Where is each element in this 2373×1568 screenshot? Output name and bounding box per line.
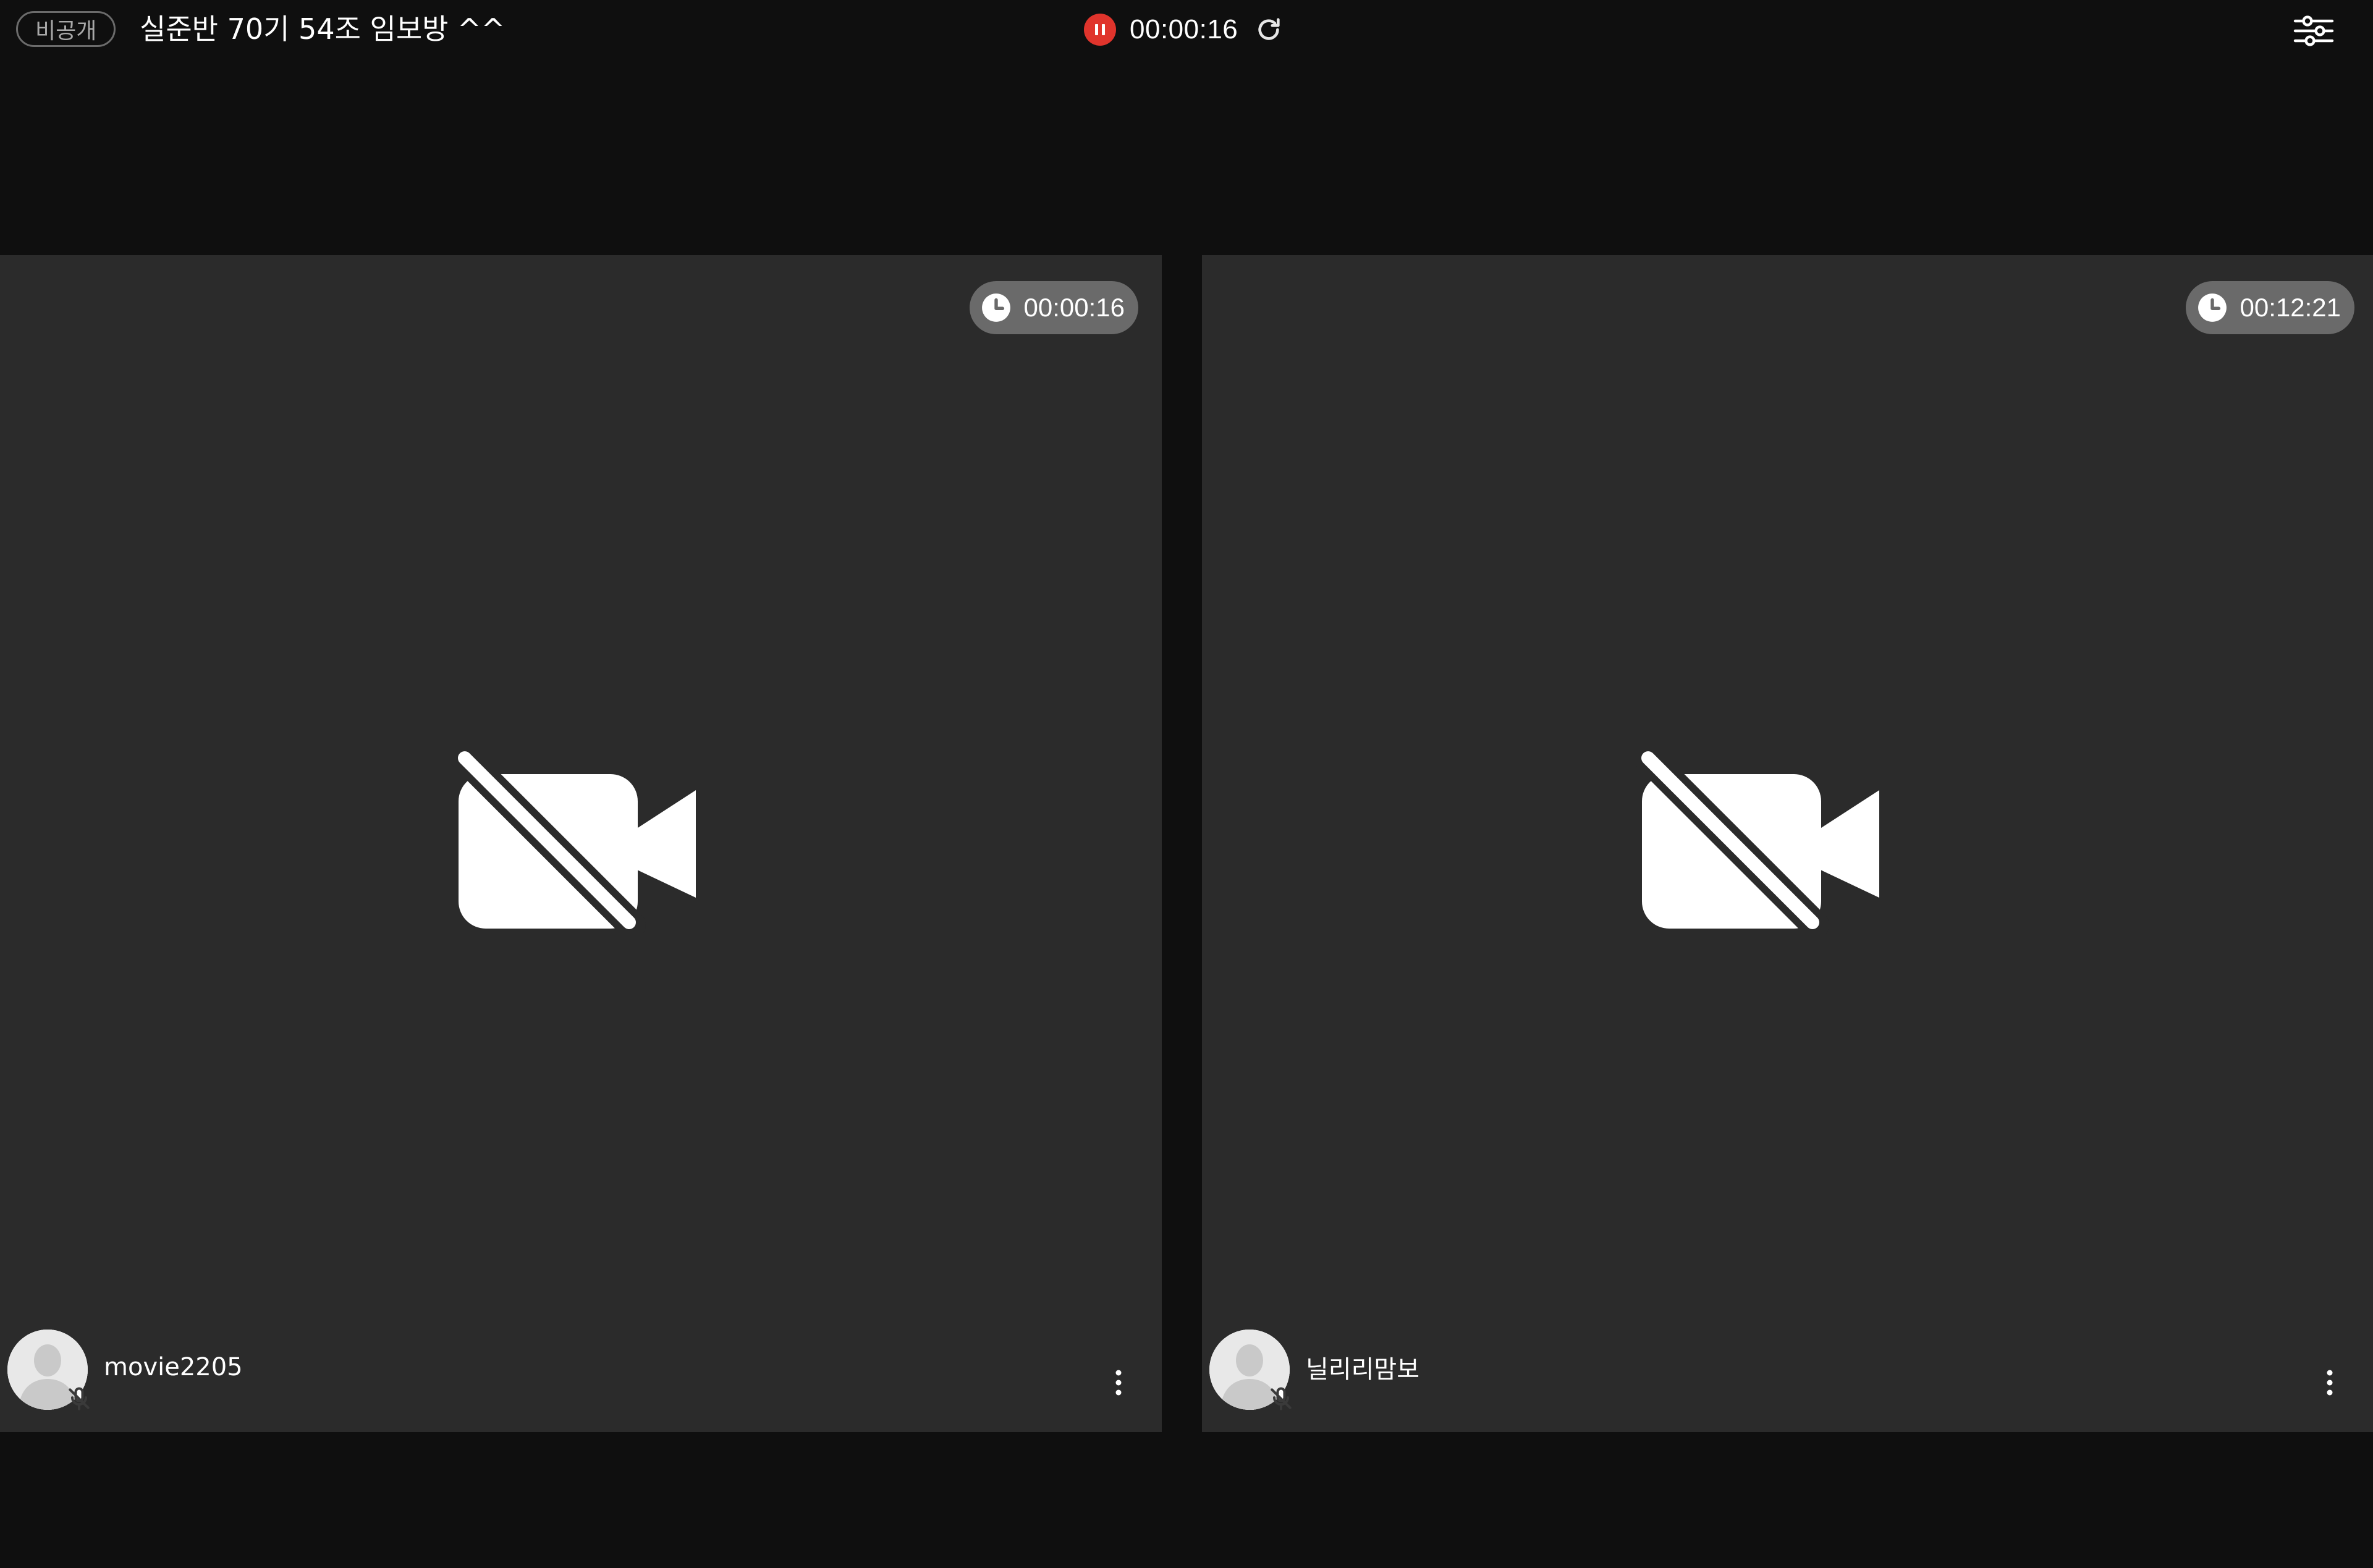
participant-name: movie2205 (104, 1353, 243, 1381)
avatar (1209, 1330, 1292, 1410)
recording-status: 00:00:16 (1084, 12, 1285, 47)
mic-off-icon (63, 1383, 95, 1415)
participant-tile: 00:12:21 닐리리맘보 (1202, 255, 2373, 1432)
participant-timer: 00:12:21 (2185, 281, 2354, 334)
participant-timer-text: 00:00:16 (1023, 293, 1125, 322)
mic-off-icon (1265, 1383, 1297, 1415)
participant-info: movie2205 (7, 1330, 243, 1410)
participant-timer: 00:00:16 (969, 281, 1138, 334)
recording-timer: 00:00:16 (1130, 14, 1238, 44)
avatar (7, 1330, 90, 1410)
refresh-button[interactable] (1253, 14, 1285, 46)
pause-recording-button[interactable] (1084, 14, 1116, 46)
room-title: 실준반 70기 54조 임보방 ^^ (140, 12, 505, 46)
participant-name: 닐리리맘보 (1306, 1355, 1419, 1384)
sliders-icon (2293, 15, 2334, 46)
more-options-button[interactable] (1106, 1364, 1131, 1401)
privacy-badge: 비공개 (16, 11, 116, 47)
more-vertical-icon (2327, 1370, 2333, 1396)
clock-icon (981, 292, 1012, 323)
participant-info: 닐리리맘보 (1209, 1330, 1419, 1410)
participant-timer-text: 00:12:21 (2240, 293, 2341, 322)
more-options-button[interactable] (2317, 1364, 2342, 1401)
pause-icon (1095, 24, 1105, 35)
video-call-app: 비공개 실준반 70기 54조 임보방 ^^ 00:00:16 00:00:16… (0, 0, 2373, 1568)
video-off-icon (451, 749, 696, 935)
top-bar: 비공개 실준반 70기 54조 임보방 ^^ 00:00:16 (0, 0, 2373, 59)
clock-icon (2197, 292, 2228, 323)
more-vertical-icon (1115, 1370, 1122, 1396)
refresh-icon (1258, 18, 1280, 40)
video-off-icon (1635, 749, 1879, 935)
participant-tile: 00:00:16 movie2205 (0, 255, 1162, 1432)
settings-button[interactable] (2291, 11, 2336, 51)
